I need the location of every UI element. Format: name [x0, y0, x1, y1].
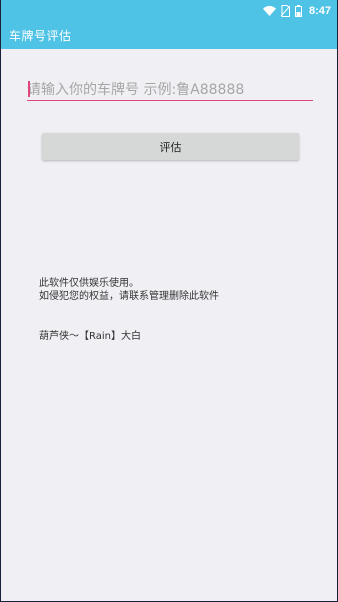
plate-number-input[interactable] [27, 80, 313, 101]
evaluate-button[interactable]: 评估 [42, 133, 299, 160]
disclaimer-line-1: 此软件仅供娱乐使用。 [39, 278, 139, 289]
no-sim-icon [280, 5, 290, 17]
app-title: 车牌号评估 [9, 29, 72, 43]
status-time: 8:47 [308, 5, 331, 17]
author-credit: 葫芦侠～【Rain】大白 [39, 331, 141, 342]
battery-icon [294, 5, 302, 17]
app-bar: 车牌号评估 [1, 22, 337, 49]
disclaimer-line-2: 如侵犯您的权益，请联系管理删除此软件 [39, 291, 219, 302]
disclaimer-text: 此软件仅供娱乐使用。 如侵犯您的权益，请联系管理删除此软件 [39, 277, 319, 303]
wifi-icon [262, 6, 276, 16]
status-bar: 8:47 [1, 0, 337, 22]
app-screen: 8:47 车牌号评估 评估 此软件仅供娱乐使用。 如侵犯您的权益，请联系管理删除… [1, 0, 337, 601]
text-cursor [28, 81, 30, 97]
